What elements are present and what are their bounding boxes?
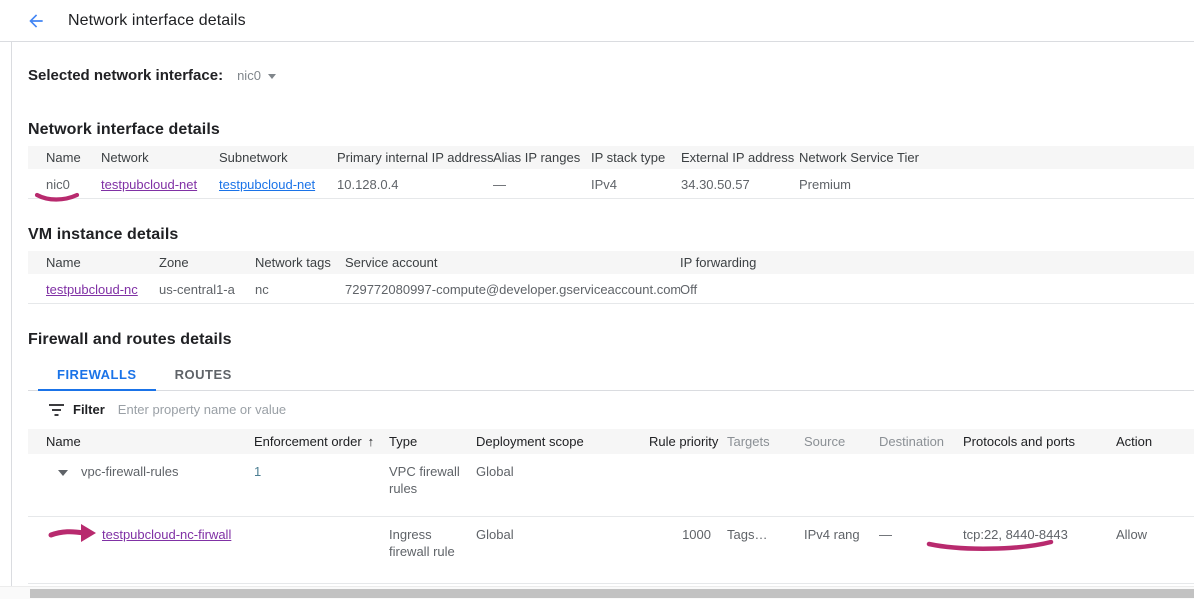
- cell-action: Allow: [1116, 516, 1194, 583]
- col-destination: Destination: [879, 429, 963, 454]
- caret-down-icon: [268, 74, 276, 79]
- network-link[interactable]: testpubcloud-net: [101, 177, 197, 192]
- vm-table: Name Zone Network tags Service account I…: [28, 251, 1194, 304]
- arrow-left-icon: [26, 11, 46, 31]
- col-fw-name: Name: [28, 429, 254, 454]
- cell-enforcement-order: 1: [254, 454, 389, 516]
- page-header: Network interface details: [0, 0, 1194, 42]
- col-protocols-ports: Protocols and ports: [963, 429, 1116, 454]
- cell-ip-stack-type: IPv4: [591, 169, 681, 199]
- back-button[interactable]: [24, 9, 48, 33]
- horizontal-scrollbar: [0, 586, 1194, 599]
- cell-primary-internal-ip: 10.128.0.4: [337, 169, 493, 199]
- vm-table-header-row: Name Zone Network tags Service account I…: [28, 251, 1194, 274]
- cell-protocols-ports: tcp:22, 8440-8443: [963, 516, 1116, 583]
- cell-destination: [879, 454, 963, 516]
- interface-dropdown-value: nic0: [237, 68, 261, 83]
- col-network-service-tier: Network Service Tier: [799, 146, 1194, 169]
- filter-label: Filter: [73, 402, 105, 417]
- col-ip-stack-type: IP stack type: [591, 146, 681, 169]
- nic-section-title: Network interface details: [28, 121, 1194, 139]
- col-name: Name: [28, 146, 101, 169]
- page-title: Network interface details: [68, 12, 246, 30]
- col-service-account: Service account: [345, 251, 680, 274]
- cell-destination: —: [879, 516, 963, 583]
- cell-external-ip: 34.30.50.57: [681, 169, 799, 199]
- col-subnetwork: Subnetwork: [219, 146, 337, 169]
- cell-source: [804, 454, 879, 516]
- horizontal-scrollbar-thumb[interactable]: [30, 589, 1194, 598]
- cell-nic-name: nic0: [28, 169, 101, 199]
- selected-interface-label: Selected network interface:: [28, 67, 223, 84]
- cell-network-service-tier: Premium: [799, 169, 1194, 199]
- col-rule-priority: Rule priority: [649, 429, 727, 454]
- tab-routes[interactable]: ROUTES: [156, 359, 251, 390]
- cell-targets: Tags…: [727, 516, 804, 583]
- cell-zone: us-central1-a: [159, 274, 255, 304]
- filter-row: Filter: [48, 391, 1194, 426]
- cell-enforcement-order: [254, 516, 389, 583]
- filter-button[interactable]: Filter: [48, 402, 105, 417]
- nic-table-row: nic0 testpubcloud-net testpubcloud-net 1…: [28, 169, 1194, 199]
- vm-table-row: testpubcloud-nc us-central1-a nc 7297720…: [28, 274, 1194, 304]
- vm-name-link[interactable]: testpubcloud-nc: [46, 282, 138, 297]
- cell-rule-priority: 1000: [649, 516, 727, 583]
- cell-ip-forwarding: Off: [680, 274, 1194, 304]
- vm-section-title: VM instance details: [28, 226, 1194, 244]
- col-enforcement-order[interactable]: Enforcement order↑: [254, 429, 389, 454]
- col-source: Source: [804, 429, 879, 454]
- col-targets: Targets: [727, 429, 804, 454]
- selected-interface-row: Selected network interface: nic0: [28, 42, 1194, 84]
- filter-icon: [48, 403, 65, 417]
- col-type: Type: [389, 429, 476, 454]
- firewall-section-title: Firewall and routes details: [28, 331, 1194, 349]
- cell-rule-priority: [649, 454, 727, 516]
- collapse-triangle-icon[interactable]: [58, 470, 68, 476]
- col-ip-forwarding: IP forwarding: [680, 251, 1194, 274]
- col-action: Action: [1116, 429, 1194, 454]
- network-interface-details-page: Network interface details Selected netwo…: [0, 0, 1194, 599]
- content-pane: Selected network interface: nic0 Network…: [11, 42, 1194, 599]
- cell-action: [1116, 454, 1194, 516]
- col-primary-internal-ip: Primary internal IP address: [337, 146, 493, 169]
- subnetwork-link[interactable]: testpubcloud-net: [219, 177, 315, 192]
- cell-alias-ip-ranges: —: [493, 169, 591, 199]
- col-external-ip: External IP address: [681, 146, 799, 169]
- firewall-table: Name Enforcement order↑ Type Deployment …: [28, 429, 1194, 584]
- firewall-rule-link[interactable]: testpubcloud-nc-firwall: [102, 527, 231, 542]
- firewall-group-name: vpc-firewall-rules: [81, 464, 179, 479]
- col-network: Network: [101, 146, 219, 169]
- cell-deployment-scope: Global: [476, 516, 649, 583]
- col-alias-ip-ranges: Alias IP ranges: [493, 146, 591, 169]
- col-vm-name: Name: [28, 251, 159, 274]
- col-network-tags: Network tags: [255, 251, 345, 274]
- cell-source: IPv4 rang: [804, 516, 879, 583]
- firewall-group-row: vpc-firewall-rules 1 VPC firewall rules …: [28, 454, 1194, 516]
- firewall-rule-row: testpubcloud-nc-firwall Ingress firewall…: [28, 516, 1194, 583]
- cell-network-tags: nc: [255, 274, 345, 304]
- nic-table: Name Network Subnetwork Primary internal…: [28, 146, 1194, 199]
- cell-targets: [727, 454, 804, 516]
- cell-protocols-ports: [963, 454, 1116, 516]
- cell-type: Ingress firewall rule: [389, 516, 476, 583]
- cell-type: VPC firewall rules: [389, 454, 476, 516]
- col-zone: Zone: [159, 251, 255, 274]
- tab-firewalls[interactable]: FIREWALLS: [38, 359, 156, 391]
- firewall-tabbar: FIREWALLS ROUTES: [28, 359, 1194, 391]
- nic-table-header-row: Name Network Subnetwork Primary internal…: [28, 146, 1194, 169]
- interface-dropdown[interactable]: nic0: [237, 68, 276, 83]
- filter-input[interactable]: [118, 402, 538, 417]
- cell-service-account: 729772080997-compute@developer.gservicea…: [345, 274, 680, 304]
- cell-deployment-scope: Global: [476, 454, 649, 516]
- firewall-header-row: Name Enforcement order↑ Type Deployment …: [28, 429, 1194, 454]
- col-deployment-scope: Deployment scope: [476, 429, 649, 454]
- sort-ascending-icon: ↑: [368, 434, 375, 449]
